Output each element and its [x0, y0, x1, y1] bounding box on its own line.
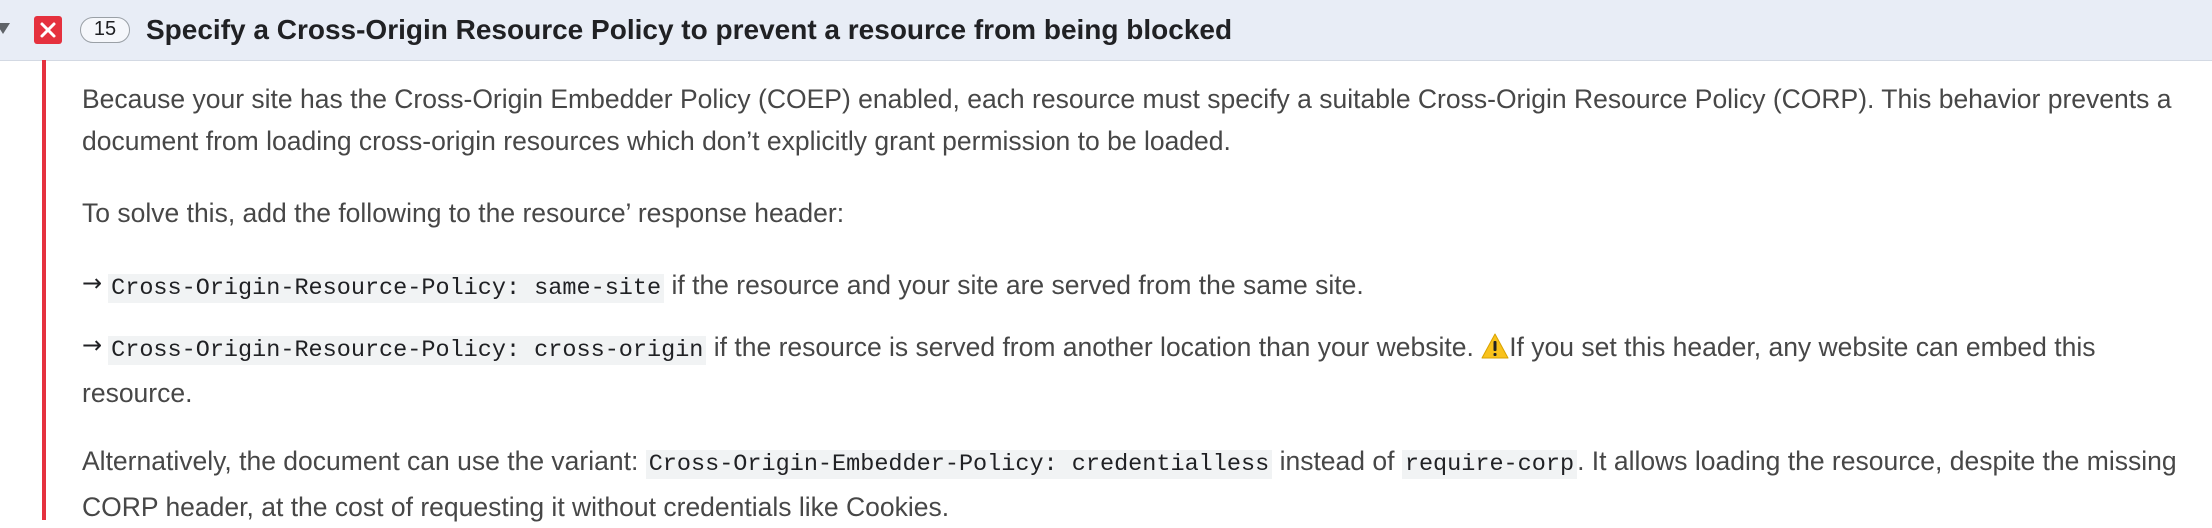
error-x-icon — [34, 16, 62, 44]
disclosure-triangle-icon[interactable] — [0, 23, 10, 34]
issue-title: Specify a Cross-Origin Resource Policy t… — [146, 14, 1233, 45]
solve-paragraph: To solve this, add the following to the … — [82, 198, 845, 228]
arrow-right-icon: → — [82, 331, 103, 359]
intro-paragraph: Because your site has the Cross-Origin E… — [82, 84, 2172, 156]
code-cross-origin: Cross-Origin-Resource-Policy: cross-orig… — [108, 336, 707, 365]
issue-description: Because your site has the Cross-Origin E… — [82, 78, 2192, 528]
code-same-site: Cross-Origin-Resource-Policy: same-site — [108, 274, 665, 303]
alternative-text-1: Alternatively, the document can use the … — [82, 446, 646, 476]
issue-header[interactable]: 15 Specify a Cross-Origin Resource Polic… — [0, 0, 2212, 61]
issue-count-badge: 15 — [80, 17, 130, 43]
alternative-paragraph: Alternatively, the document can use the … — [82, 440, 2192, 528]
alternative-text-2: instead of — [1272, 446, 1402, 476]
option-cross-origin: → Cross-Origin-Resource-Policy: cross-ori… — [82, 326, 2192, 414]
arrow-right-icon: → — [82, 269, 103, 297]
option-same-site: → Cross-Origin-Resource-Policy: same-site… — [82, 264, 2192, 310]
code-credentialless: Cross-Origin-Embedder-Policy: credential… — [645, 450, 1273, 479]
option-same-site-text: if the resource and your site are served… — [664, 270, 1364, 300]
code-require-corp: require-corp — [1401, 450, 1578, 479]
error-accent-bar — [42, 60, 46, 520]
option-cross-origin-text: if the resource is served from another l… — [706, 332, 1482, 362]
warning-icon — [1481, 329, 1509, 359]
